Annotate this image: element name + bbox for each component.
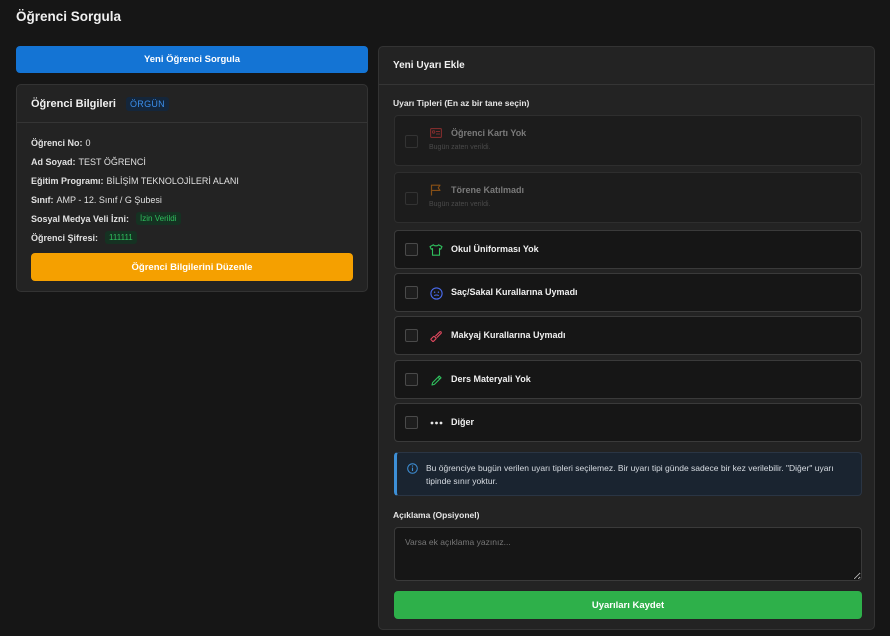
- page-title: Öğrenci Sorgula: [16, 9, 122, 24]
- checkbox[interactable]: [405, 286, 418, 299]
- checkbox: [405, 192, 418, 205]
- warning-option-missed-ceremony: Törene Katılmadı Bugün zaten verildi.: [394, 172, 862, 223]
- option-label: Makyaj Kurallarına Uymadı: [451, 330, 566, 340]
- info-value: 0: [85, 137, 91, 148]
- info-row-name: Ad Soyad: TEST ÖĞRENCİ: [31, 152, 353, 171]
- password-badge: 111111: [105, 231, 137, 244]
- option-label: Diğer: [451, 417, 475, 427]
- id-card-icon: [429, 126, 443, 140]
- pencil-icon: [429, 373, 443, 387]
- option-label: Saç/Sakal Kurallarına Uymadı: [451, 287, 578, 297]
- info-value: BİLİŞİM TEKNOLOJİLERİ ALANI: [106, 175, 239, 186]
- info-label: Sosyal Medya Veli İzni:: [31, 213, 130, 224]
- face-icon: [429, 286, 443, 300]
- info-icon: [407, 463, 418, 476]
- info-label: Öğrenci No:: [31, 137, 83, 148]
- option-label: Ders Materyali Yok: [451, 374, 531, 384]
- option-label: Törene Katılmadı: [451, 185, 525, 195]
- info-value: TEST ÖĞRENCİ: [78, 156, 146, 167]
- info-row-program: Eğitim Programı: BİLİŞİM TEKNOLOJİLERİ A…: [31, 171, 353, 190]
- info-row-student-no: Öğrenci No: 0: [31, 133, 353, 152]
- save-warnings-button[interactable]: Uyarıları Kaydet: [394, 591, 862, 619]
- warning-option-no-materials[interactable]: Ders Materyali Yok: [394, 360, 862, 399]
- new-warning-card: Yeni Uyarı Ekle Uyarı Tipleri (En az bir…: [378, 46, 875, 630]
- checkbox[interactable]: [405, 243, 418, 256]
- flag-icon: [429, 183, 443, 197]
- new-warning-title: Yeni Uyarı Ekle: [379, 47, 874, 85]
- student-info-card: Öğrenci Bilgileri ÖRGÜN Öğrenci No: 0 Ad…: [16, 84, 368, 292]
- warning-option-other[interactable]: Diğer: [394, 403, 862, 442]
- option-label: Öğrenci Kartı Yok: [451, 128, 527, 138]
- edit-student-button[interactable]: Öğrenci Bilgilerini Düzenle: [31, 253, 353, 281]
- makeup-icon: [429, 329, 443, 343]
- option-label: Okul Üniforması Yok: [451, 244, 539, 254]
- warning-types-label: Uyarı Tipleri (En az bir tane seçin): [393, 98, 530, 108]
- option-note: Bugün zaten verildi.: [429, 144, 491, 151]
- checkbox[interactable]: [405, 416, 418, 429]
- checkbox[interactable]: [405, 373, 418, 386]
- description-label: Açıklama (Opsiyonel): [393, 510, 480, 520]
- student-info-list: Öğrenci No: 0 Ad Soyad: TEST ÖĞRENCİ Eği…: [17, 123, 367, 247]
- warning-option-no-student-card: Öğrenci Kartı Yok Bugün zaten verildi.: [394, 115, 862, 166]
- student-info-title: Öğrenci Bilgileri: [31, 97, 116, 110]
- info-label: Ad Soyad:: [31, 156, 76, 167]
- warning-option-makeup[interactable]: Makyaj Kurallarına Uymadı: [394, 316, 862, 355]
- description-textarea[interactable]: [394, 527, 862, 581]
- info-alert: Bu öğrenciye bugün verilen uyarı tipleri…: [394, 452, 862, 496]
- status-badge: ÖRGÜN: [125, 96, 169, 111]
- option-note: Bugün zaten verildi.: [429, 201, 491, 208]
- consent-badge: İzin Verildi: [136, 212, 181, 225]
- info-label: Eğitim Programı:: [31, 175, 104, 186]
- alert-text: Bu öğrenciye bugün verilen uyarı tipleri…: [426, 463, 834, 486]
- dots-icon: [429, 416, 443, 430]
- info-row-password: Öğrenci Şifresi: 111111: [31, 228, 353, 247]
- checkbox[interactable]: [405, 329, 418, 342]
- warning-option-no-uniform[interactable]: Okul Üniforması Yok: [394, 230, 862, 269]
- info-row-social-media-consent: Sosyal Medya Veli İzni: İzin Verildi: [31, 209, 353, 228]
- shirt-icon: [429, 243, 443, 257]
- info-row-class: Sınıf: AMP - 12. Sınıf / G Şubesi: [31, 190, 353, 209]
- checkbox: [405, 135, 418, 148]
- warning-option-hair-beard[interactable]: Saç/Sakal Kurallarına Uymadı: [394, 273, 862, 312]
- new-query-button[interactable]: Yeni Öğrenci Sorgula: [16, 46, 368, 73]
- info-value: AMP - 12. Sınıf / G Şubesi: [56, 194, 162, 205]
- student-info-header: Öğrenci Bilgileri ÖRGÜN: [17, 85, 367, 123]
- info-label: Öğrenci Şifresi:: [31, 232, 99, 243]
- info-label: Sınıf:: [31, 194, 54, 205]
